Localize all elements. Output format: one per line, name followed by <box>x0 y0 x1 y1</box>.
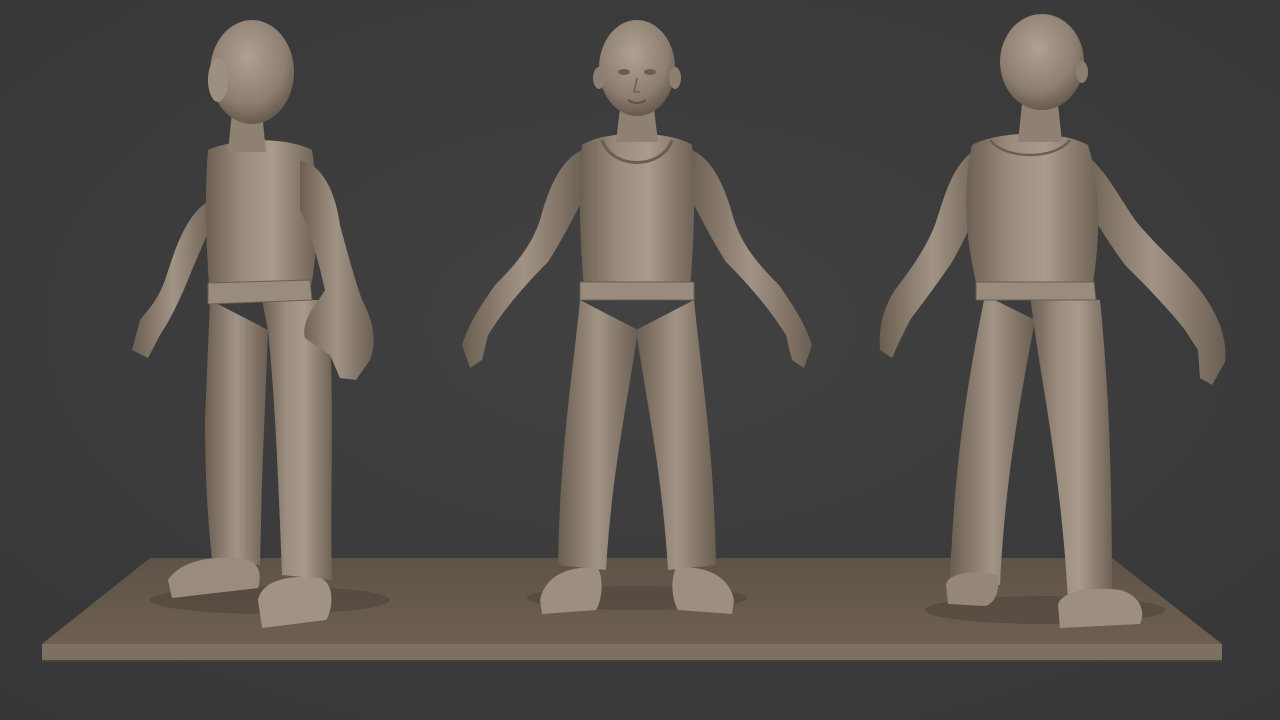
sculpt-render <box>0 0 1280 720</box>
3d-viewport[interactable] <box>0 0 1280 720</box>
